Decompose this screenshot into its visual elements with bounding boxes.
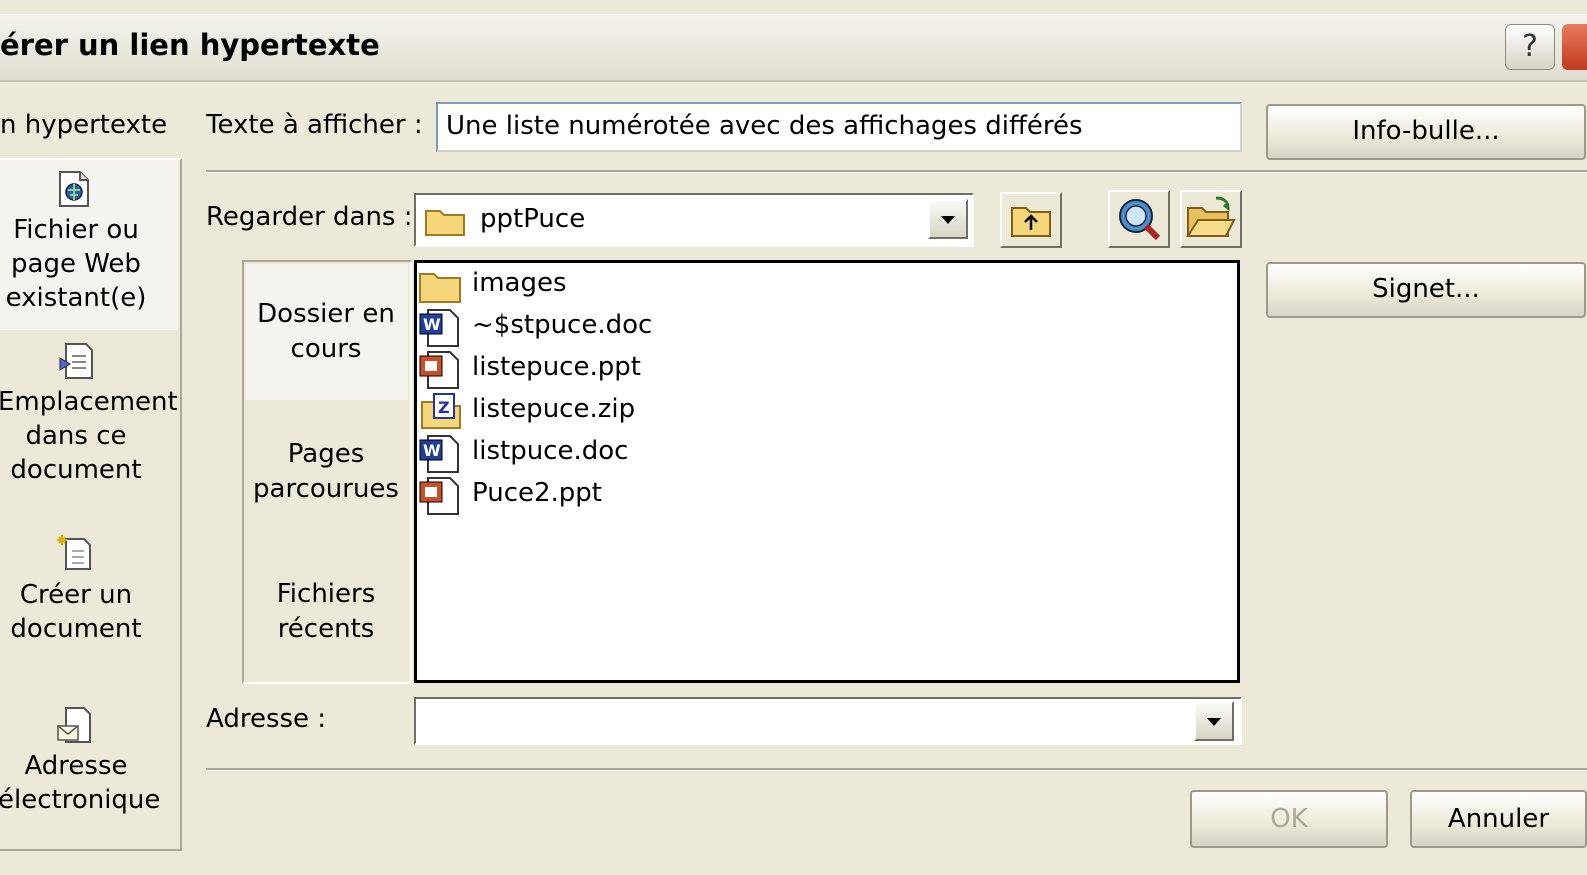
bookmark-button[interactable]: Signet...: [1266, 262, 1586, 318]
link-to-header: n hypertexte: [0, 110, 168, 140]
divider: [206, 170, 1587, 173]
address-dropdown-button[interactable]: [1194, 701, 1234, 741]
chevron-down-icon: [1207, 718, 1221, 726]
cancel-button[interactable]: Annuler: [1410, 790, 1587, 848]
look-in-value: pptPuce: [480, 204, 586, 234]
place-label-line: Dossier en: [257, 299, 395, 329]
word-document-icon: W: [419, 435, 459, 473]
link-to-label-line: Créer un: [19, 580, 133, 610]
dialog-title: érer un lien hypertexte: [0, 28, 380, 62]
open-folder-icon: [1186, 196, 1236, 237]
file-name: listpuce.doc: [472, 436, 629, 466]
link-to-label-line: Fichier ou: [13, 215, 139, 245]
link-to-label-line: existant(e): [5, 283, 147, 313]
browse-file-button[interactable]: [1180, 190, 1242, 248]
folder-icon: [425, 210, 465, 236]
place-in-document-icon: [59, 343, 93, 379]
svg-text:W: W: [423, 441, 441, 460]
ok-button[interactable]: OK: [1190, 790, 1388, 848]
place-label-line: Fichiers: [276, 579, 376, 609]
svg-text:Z: Z: [438, 398, 450, 417]
place-label-line: récents: [277, 614, 375, 644]
file-name: ~$stpuce.doc: [472, 310, 653, 340]
email-address-icon: [57, 707, 91, 743]
file-name: listepuce.ppt: [472, 352, 641, 382]
text-to-display-label: Texte à afficher :: [206, 110, 423, 140]
text-to-display-input[interactable]: Une liste numérotée avec des affichages …: [436, 102, 1242, 152]
file-name: listepuce.zip: [472, 394, 636, 424]
link-to-label-line: électronique: [0, 785, 161, 815]
chevron-down-icon: [941, 216, 955, 224]
divider: [206, 768, 1587, 771]
folder-up-icon: [1011, 207, 1051, 237]
close-button[interactable]: [1562, 24, 1587, 70]
new-document-icon: [57, 535, 91, 570]
place-label-line: parcourues: [253, 474, 399, 504]
folder-icon: [419, 273, 461, 303]
tooltip-button[interactable]: Info-bulle...: [1266, 104, 1586, 160]
browse-web-icon: [1119, 199, 1161, 241]
zip-archive-icon: Z: [421, 393, 461, 429]
link-to-label-line: Adresse: [24, 751, 128, 781]
web-page-file-icon: [59, 171, 89, 207]
look-in-label: Regarder dans :: [206, 202, 413, 232]
help-button[interactable]: ?: [1505, 24, 1555, 70]
browse-web-button[interactable]: [1108, 190, 1170, 248]
link-to-label-line: Emplacement: [0, 387, 178, 417]
powerpoint-document-icon: [419, 477, 459, 515]
file-name: Puce2.ppt: [472, 478, 602, 508]
link-to-label-line: page Web: [11, 249, 141, 279]
text-to-display-value: Une liste numérotée avec des affichages …: [446, 111, 1083, 141]
look-in-combo[interactable]: pptPuce: [414, 193, 974, 247]
file-name: images: [472, 268, 567, 298]
link-to-label-line: dans ce: [25, 421, 127, 451]
address-label: Adresse :: [206, 704, 327, 734]
powerpoint-document-icon: [419, 351, 459, 389]
place-current-folder[interactable]: Dossier en cours: [244, 297, 408, 367]
word-document-icon: W: [419, 309, 459, 347]
link-to-label-line: document: [10, 455, 142, 485]
up-one-level-button[interactable]: [1000, 192, 1062, 248]
address-combo[interactable]: [414, 697, 1242, 745]
place-browsed-pages[interactable]: Pages parcourues: [244, 437, 408, 507]
link-to-label-line: document: [10, 614, 142, 644]
place-label-line: Pages: [287, 439, 365, 469]
place-label-line: cours: [290, 334, 362, 364]
look-in-dropdown-button[interactable]: [928, 199, 968, 239]
svg-text:W: W: [423, 315, 441, 334]
place-recent-files[interactable]: Fichiers récents: [244, 577, 408, 647]
